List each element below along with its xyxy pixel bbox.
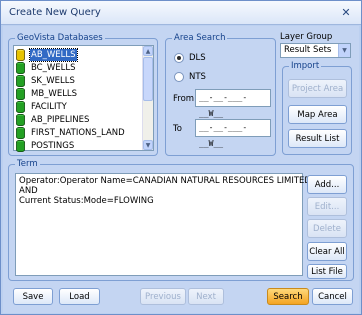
scroll-down-icon[interactable]: ▼ [143,140,153,150]
to-label: To [173,124,182,134]
create-new-query-dialog: Create New Query ✕ GeoVista Databases AB… [0,0,362,315]
databases-group-title: GeoVista Databases [15,33,105,44]
radio-nts[interactable]: NTS [174,72,206,82]
list-item[interactable]: FIRST_NATIONS_LAND [16,126,126,139]
term-line: Operator:Operator Name=CANADIAN NATURAL … [19,176,311,186]
list-item[interactable]: AB_WELLS [16,47,78,62]
database-icon [16,126,25,139]
from-input[interactable]: __-__-___-__W__ [195,89,271,118]
scroll-thumb[interactable] [143,57,153,101]
term-group-title: Term [15,159,40,170]
database-icon [16,74,25,87]
database-icon [16,61,25,74]
database-icon [16,139,25,152]
result-list-button[interactable]: Result List [288,129,347,148]
database-item-label: AB_WELLS [29,47,78,62]
radio-button[interactable] [174,53,184,63]
edit-button[interactable]: Edit... [307,197,347,216]
database-item-label: AB_PIPELINES [31,114,90,125]
chevron-down-icon[interactable]: ▼ [338,44,350,57]
database-item-label: MB_WELLS [31,88,78,99]
previous-button[interactable]: Previous [140,288,186,305]
database-icon [16,87,25,100]
list-item[interactable]: AB_PIPELINES [16,113,90,126]
clear-all-button[interactable]: Clear All [307,242,347,261]
add-button[interactable]: Add... [307,175,347,194]
database-item-label: SK_WELLS [31,75,75,86]
map-area-button[interactable]: Map Area [288,105,347,124]
dialog-body: GeoVista Databases AB_WELLS BC_WELLS SK_… [3,26,359,313]
radio-button[interactable] [174,72,184,82]
list-item[interactable]: MB_WELLS [16,87,78,100]
database-item-label: FIRST_NATIONS_LAND [31,127,125,138]
import-group-title: Import [289,61,322,72]
project-area-button[interactable]: Project Area [288,79,347,98]
database-item-label: POSTINGS [31,140,75,151]
list-item[interactable]: SK_WELLS [16,74,76,87]
list-item[interactable]: FACILITY [16,100,68,113]
to-input[interactable]: __-__-___-__W__ [195,119,271,148]
databases-group: GeoVista Databases AB_WELLS BC_WELLS SK_… [8,33,158,156]
layer-group-value: Result Sets [284,45,332,55]
database-item-label: FACILITY [31,101,67,112]
database-item-label: BC_WELLS [31,62,76,73]
scroll-up-icon[interactable]: ▲ [143,46,153,56]
close-icon[interactable]: ✕ [336,4,356,21]
term-group: Term Operator:Operator Name=CANADIAN NAT… [8,159,354,281]
database-icon [16,100,25,113]
search-button[interactable]: Search [267,288,309,305]
list-item[interactable]: POSTINGS [16,139,75,152]
radio-dls[interactable]: DLS [174,53,206,63]
import-group: Import Project Area Map Area Result List [282,61,352,155]
delete-button[interactable]: Delete [307,219,347,238]
next-button[interactable]: Next [188,288,224,305]
load-button[interactable]: Load [59,288,100,305]
term-line: Current Status:Mode=FLOWING [19,196,154,206]
databases-list[interactable]: AB_WELLS BC_WELLS SK_WELLS MB_WELLS FACI… [13,45,154,152]
layer-group-label: Layer Group [280,32,333,42]
area-search-group: Area Search DLS NTS From __-__-___-__W__… [165,33,276,156]
title-bar: Create New Query ✕ [1,1,361,25]
from-label: From [173,94,195,104]
dialog-title: Create New Query [9,7,101,18]
list-file-button[interactable]: List File [307,264,347,279]
term-line: AND [19,186,38,196]
save-button[interactable]: Save [13,288,53,305]
cancel-button[interactable]: Cancel [312,288,353,305]
databases-scrollbar[interactable]: ▲ ▼ [142,46,153,150]
radio-nts-label: NTS [189,72,206,82]
layer-group-select[interactable]: Result Sets ▼ [280,43,351,58]
database-icon [16,48,25,61]
database-icon [16,113,25,126]
area-search-group-title: Area Search [172,33,228,44]
list-item[interactable]: BC_WELLS [16,61,77,74]
radio-dls-label: DLS [189,53,206,63]
term-text-area[interactable]: Operator:Operator Name=CANADIAN NATURAL … [15,173,311,276]
